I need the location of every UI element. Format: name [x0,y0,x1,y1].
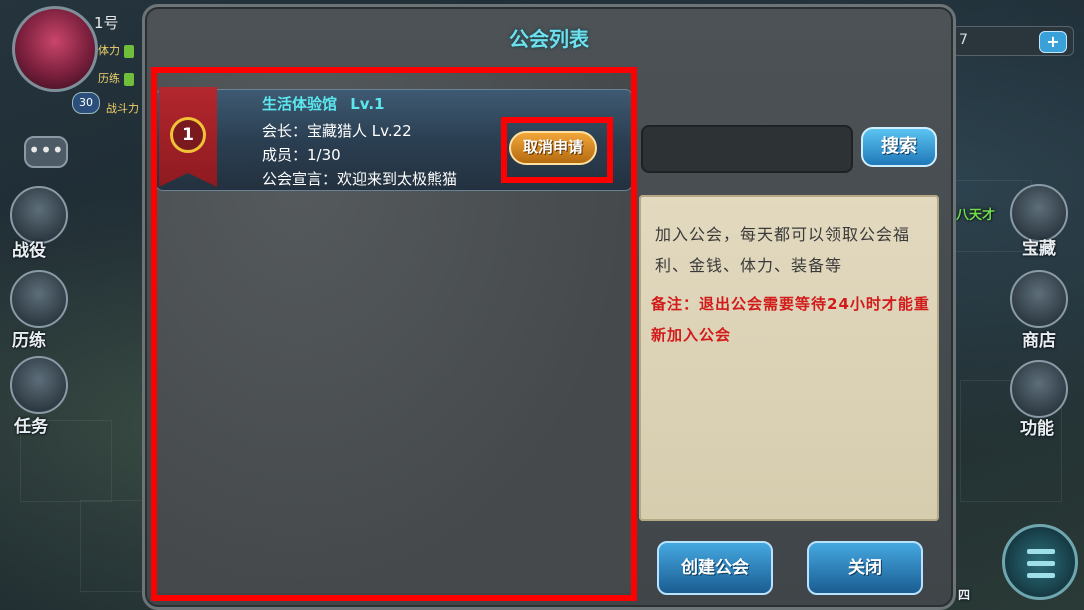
info-note: 备注：退出公会需要等待24小时才能重新加入公会 [651,295,930,344]
function-button[interactable] [1010,360,1068,418]
stamina-fill [124,44,134,58]
menu-icon [1027,549,1055,554]
search-input[interactable] [641,125,853,173]
shop-label: 商店 [1022,331,1056,351]
function-label: 功能 [1020,419,1054,439]
bottom-label-fragment: 四 [958,588,971,602]
currency-counter: 7 + [952,26,1074,56]
info-text: 加入公会，每天都可以领取公会福利、金钱、体力、装备等 [655,225,911,275]
training-label: 历练 [98,72,120,85]
info-paper: 加入公会，每天都可以领取公会福利、金钱、体力、装备等 备注：退出公会需要等待24… [639,195,939,521]
stamina-label: 体力 [98,44,120,57]
shop-button[interactable] [1010,270,1068,328]
campaign-label: 战役 [12,241,46,261]
main-menu-button[interactable] [1002,524,1078,600]
currency-value: 7 [959,32,968,48]
guild-list-dialog: 公会列表 1 生活体验馆 Lv.1 会长：宝藏猎人 Lv.22 成员：1/30 … [142,4,956,610]
training-label: 历练 [12,331,46,351]
training-fill [124,72,134,86]
event-label-fragment: 八天才 [956,208,996,223]
add-currency-button[interactable]: + [1039,31,1067,53]
player-name: 1号 [94,14,119,32]
menu-icon [1027,573,1055,578]
chat-button[interactable]: ••• [24,136,68,168]
search-button[interactable]: 搜索 [861,127,937,167]
highlight-box-cancel [501,117,613,183]
player-avatar[interactable] [12,6,98,92]
quest-label: 任务 [14,417,48,437]
training-button[interactable] [10,270,68,328]
training-bar: 历练 [98,70,134,86]
treasure-label: 宝藏 [1022,239,1056,259]
menu-icon [1027,561,1055,566]
power-label: 战斗力 [106,102,139,115]
create-guild-button[interactable]: 创建公会 [657,541,773,595]
close-button[interactable]: 关闭 [807,541,923,595]
quest-button[interactable] [10,356,68,414]
stamina-bar: 体力 [98,42,134,58]
level-badge: 30 [72,92,100,114]
dialog-title: 公会列表 [509,27,589,51]
